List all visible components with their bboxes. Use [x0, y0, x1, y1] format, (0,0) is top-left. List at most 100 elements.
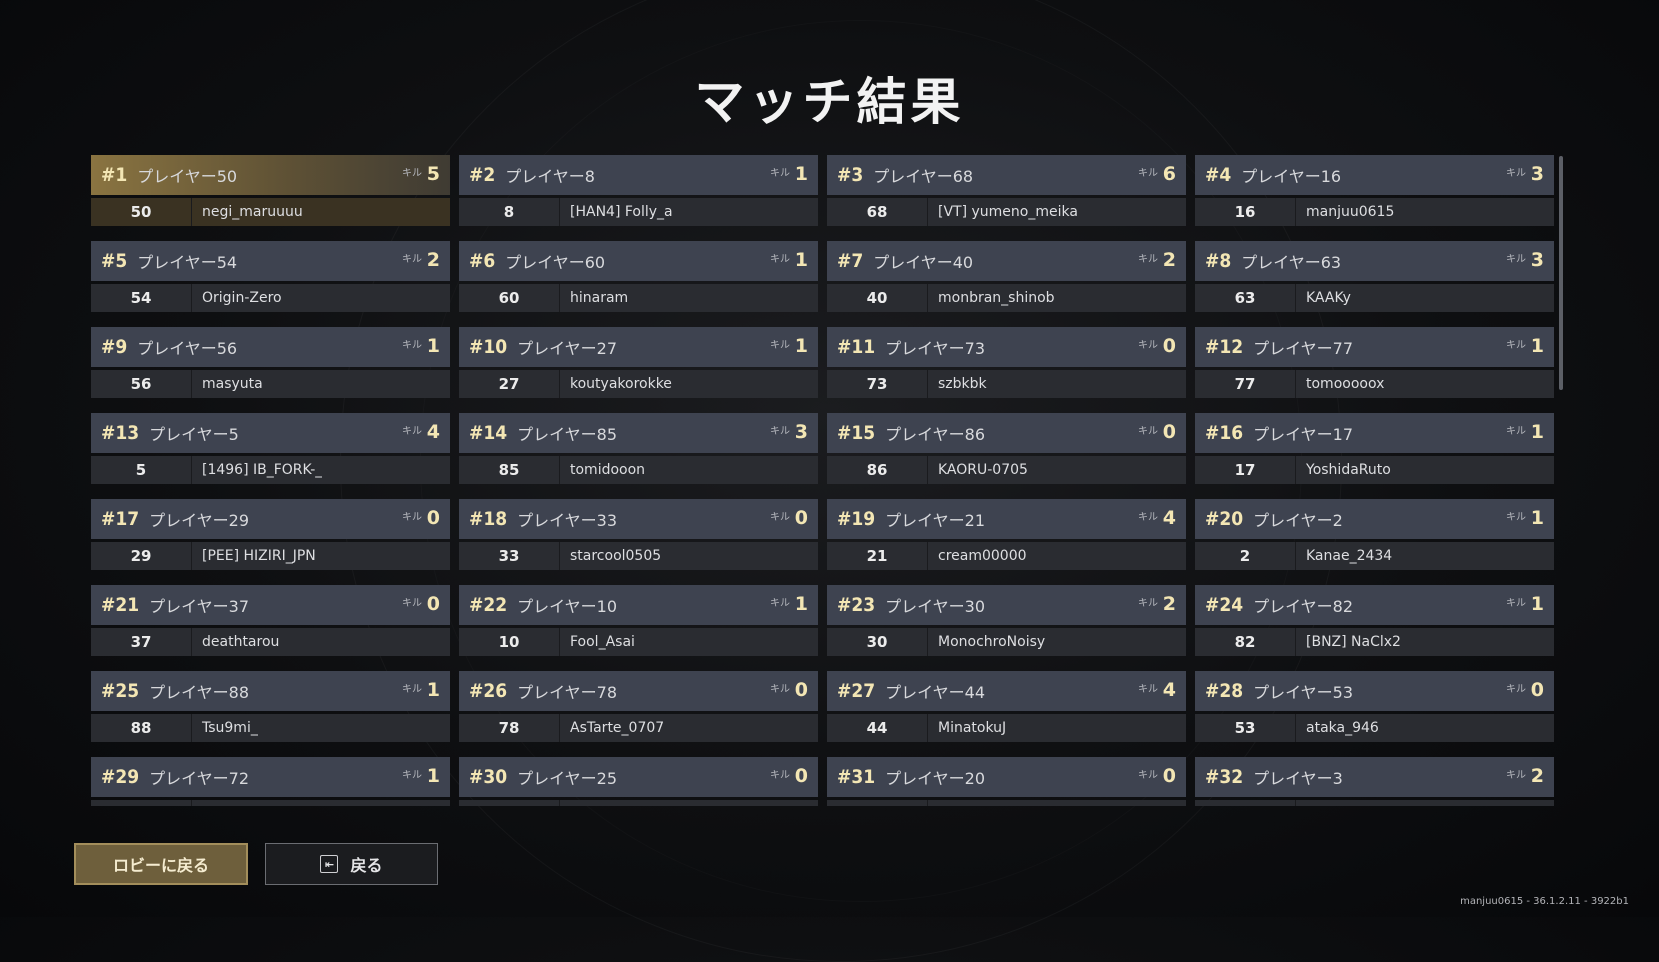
result-card[interactable]: #32 プレイヤー3 キル 2: [1195, 757, 1554, 806]
player-number: 56: [91, 370, 192, 398]
result-card[interactable]: #28 プレイヤー53 キル 0 53 ataka_946: [1195, 671, 1554, 742]
kill-label: キル: [1138, 426, 1158, 437]
result-card-header: #27 プレイヤー44 キル 4: [827, 671, 1186, 711]
player-number: 17: [1195, 456, 1296, 484]
player-name: プレイヤー8: [505, 167, 595, 186]
kill-label: キル: [770, 168, 790, 179]
user-name: YoshidaRuto: [1306, 462, 1391, 478]
result-card[interactable]: #9 プレイヤー56 キル 1 56 masyuta: [91, 327, 450, 398]
result-card[interactable]: #15 プレイヤー86 キル 0 86 KAORU-0705: [827, 413, 1186, 484]
return-to-lobby-button[interactable]: ロビーに戻る: [74, 843, 248, 885]
scrollbar[interactable]: [1559, 156, 1563, 806]
kill-label: キル: [1138, 168, 1158, 179]
kill-label: キル: [770, 598, 790, 609]
result-card[interactable]: #3 プレイヤー68 キル 6 68 [VT] yumeno_meika: [827, 155, 1186, 226]
result-card[interactable]: #11 プレイヤー73 キル 0 73 szbkbk: [827, 327, 1186, 398]
result-card-detail: 8 [HAN4] Folly_a: [459, 198, 818, 226]
kill-count: 1: [794, 249, 808, 271]
rank-label: #22: [469, 594, 508, 616]
result-card[interactable]: #29 プレイヤー72 キル 1: [91, 757, 450, 806]
result-card[interactable]: #25 プレイヤー88 キル 1 88 Tsu9mi_: [91, 671, 450, 742]
rank-label: #30: [469, 766, 508, 788]
result-card[interactable]: #31 プレイヤー20 キル 0: [827, 757, 1186, 806]
result-card[interactable]: #18 プレイヤー33 キル 0 33 starcool0505: [459, 499, 818, 570]
rank-label: #7: [837, 250, 864, 272]
result-card[interactable]: #13 プレイヤー5 キル 4 5 [1496] IB_FORK-_: [91, 413, 450, 484]
player-name: プレイヤー82: [1253, 597, 1354, 616]
result-card-detail: 21 cream00000: [827, 542, 1186, 570]
result-card[interactable]: #12 プレイヤー77 キル 1 77 tomooooox: [1195, 327, 1554, 398]
player-name: プレイヤー77: [1253, 339, 1354, 358]
result-card-header: #24 プレイヤー82 キル 1: [1195, 585, 1554, 625]
user-name: [1496] IB_FORK-_: [202, 462, 323, 478]
kill-label: キル: [1138, 684, 1158, 695]
kill-label: キル: [402, 684, 422, 695]
result-card[interactable]: #23 プレイヤー30 キル 2 30 MonochroNoisy: [827, 585, 1186, 656]
result-card[interactable]: #16 プレイヤー17 キル 1 17 YoshidaRuto: [1195, 413, 1554, 484]
result-card[interactable]: #7 プレイヤー40 キル 2 40 monbran_shinob: [827, 241, 1186, 312]
kill-count: 1: [426, 335, 440, 357]
rank-label: #10: [469, 336, 508, 358]
player-number: 53: [1195, 714, 1296, 742]
player-number: 30: [827, 628, 928, 656]
player-name: プレイヤー17: [1253, 425, 1354, 444]
result-card[interactable]: #8 プレイヤー63 キル 3 63 KAAKy: [1195, 241, 1554, 312]
result-card[interactable]: #4 プレイヤー16 キル 3 16 manjuu0615: [1195, 155, 1554, 226]
result-card[interactable]: #30 プレイヤー25 キル 0: [459, 757, 818, 806]
player-name: プレイヤー54: [137, 253, 238, 272]
kill-label: キル: [402, 770, 422, 781]
kill-count: 0: [1162, 421, 1176, 443]
player-number: 82: [1195, 628, 1296, 656]
player-number: 50: [91, 198, 192, 226]
back-button[interactable]: ⇤ 戻る: [265, 843, 438, 885]
kill-count: 3: [1530, 249, 1544, 271]
result-card[interactable]: #26 プレイヤー78 キル 0 78 AsTarte_0707: [459, 671, 818, 742]
result-card[interactable]: #22 プレイヤー10 キル 1 10 Fool_Asai: [459, 585, 818, 656]
kill-count: 0: [426, 507, 440, 529]
result-card-detail: 16 manjuu0615: [1195, 198, 1554, 226]
kill-count: 0: [794, 679, 808, 701]
result-card-header: #6 プレイヤー60 キル 1: [459, 241, 818, 281]
player-number: 54: [91, 284, 192, 312]
result-card[interactable]: #10 プレイヤー27 キル 1 27 koutyakorokke: [459, 327, 818, 398]
result-card[interactable]: #20 プレイヤー2 キル 1 2 Kanae_2434: [1195, 499, 1554, 570]
user-name: starcool0505: [570, 548, 662, 564]
result-card[interactable]: #17 プレイヤー29 キル 0 29 [PEE] HIZIRI_JPN: [91, 499, 450, 570]
result-card-detail: 63 KAAKy: [1195, 284, 1554, 312]
rank-label: #14: [469, 422, 508, 444]
results-list[interactable]: #1 プレイヤー50 キル 5 50 negi_maruuuu #2 プレイヤー8 キル 1 8 [H…: [91, 155, 1554, 806]
user-name: tomooooox: [1306, 376, 1385, 392]
result-card-header: #5 プレイヤー54 キル 2: [91, 241, 450, 281]
kill-label: キル: [770, 340, 790, 351]
result-card[interactable]: #1 プレイヤー50 キル 5 50 negi_maruuuu: [91, 155, 450, 226]
rank-label: #17: [101, 508, 140, 530]
result-card[interactable]: #5 プレイヤー54 キル 2 54 Origin-Zero: [91, 241, 450, 312]
kill-label: キル: [1506, 684, 1526, 695]
result-card[interactable]: #27 プレイヤー44 キル 4 44 MinatokuJ: [827, 671, 1186, 742]
result-card-detail: 10 Fool_Asai: [459, 628, 818, 656]
result-card[interactable]: #21 プレイヤー37 キル 0 37 deathtarou: [91, 585, 450, 656]
user-name: szbkbk: [938, 376, 987, 392]
result-card[interactable]: #2 プレイヤー8 キル 1 8 [HAN4] Folly_a: [459, 155, 818, 226]
result-card-detail: 27 koutyakorokke: [459, 370, 818, 398]
kill-count: 1: [1530, 335, 1544, 357]
result-card[interactable]: #14 プレイヤー85 キル 3 85 tomidooon: [459, 413, 818, 484]
kill-count: 0: [1530, 679, 1544, 701]
player-number: 85: [459, 456, 560, 484]
player-name: プレイヤー50: [137, 167, 238, 186]
result-card-detail: 68 [VT] yumeno_meika: [827, 198, 1186, 226]
result-card[interactable]: #19 プレイヤー21 キル 4 21 cream00000: [827, 499, 1186, 570]
result-card-detail: 37 deathtarou: [91, 628, 450, 656]
kill-count: 0: [1162, 335, 1176, 357]
result-card-header: #10 プレイヤー27 キル 1: [459, 327, 818, 367]
user-name: manjuu0615: [1306, 204, 1395, 220]
user-name: MinatokuJ: [938, 720, 1007, 736]
player-name: プレイヤー78: [517, 683, 618, 702]
result-card[interactable]: #24 プレイヤー82 キル 1 82 [BNZ] NaClx2: [1195, 585, 1554, 656]
rank-label: #28: [1205, 680, 1244, 702]
result-card[interactable]: #6 プレイヤー60 キル 1 60 hinaram: [459, 241, 818, 312]
result-card-detail: 54 Origin-Zero: [91, 284, 450, 312]
player-name: プレイヤー16: [1241, 167, 1342, 186]
result-card-header: #16 プレイヤー17 キル 1: [1195, 413, 1554, 453]
scrollbar-thumb[interactable]: [1559, 156, 1563, 390]
